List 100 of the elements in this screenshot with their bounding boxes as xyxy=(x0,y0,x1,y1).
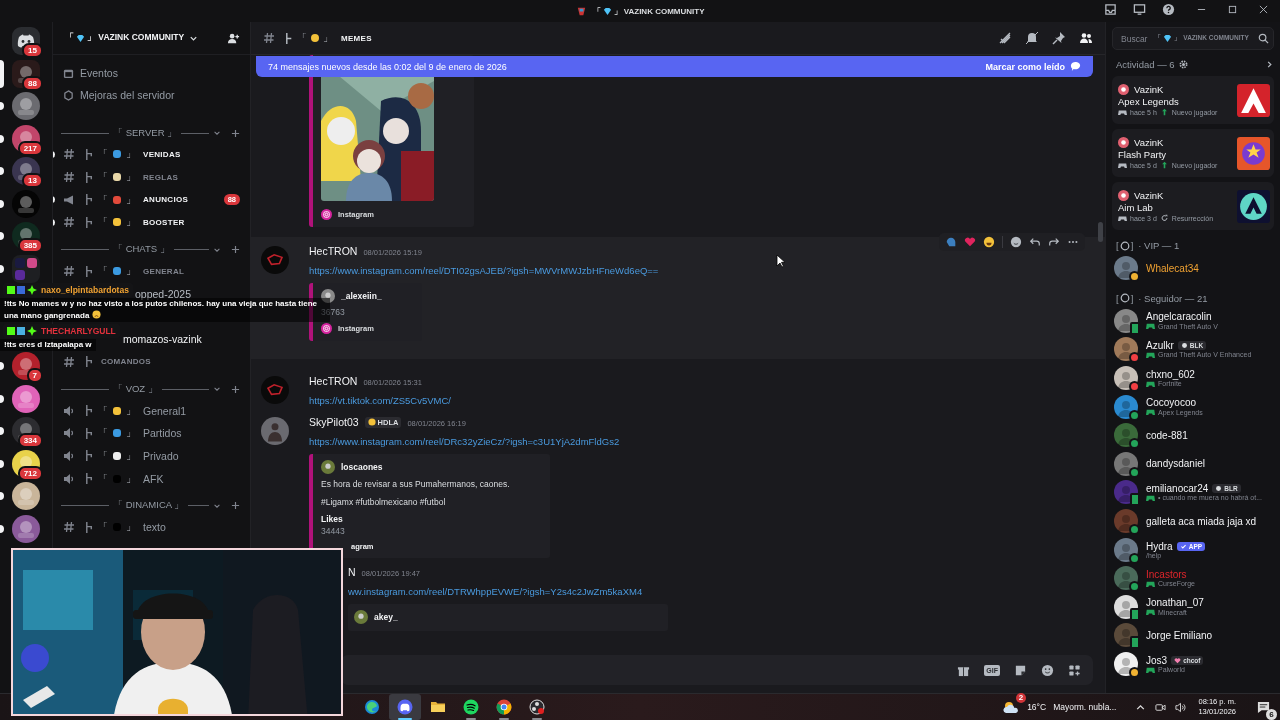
add-channel-icon[interactable] xyxy=(231,128,240,138)
member-name[interactable]: Jos3 xyxy=(1146,654,1168,666)
server-icon[interactable] xyxy=(12,482,40,510)
member-name[interactable]: Hydra xyxy=(1146,540,1173,552)
channel-name[interactable]: COMANDOS xyxy=(101,357,151,367)
avatar[interactable] xyxy=(1114,509,1138,534)
member-name[interactable]: chxno_602 xyxy=(1146,368,1195,380)
server-folder-icon[interactable] xyxy=(12,254,40,283)
speaking-head-icon[interactable] xyxy=(945,236,957,248)
avatar[interactable] xyxy=(1114,394,1138,419)
server-icon[interactable] xyxy=(12,384,40,413)
channel-name[interactable]: Privado xyxy=(143,449,179,462)
chevron-right-icon[interactable] xyxy=(1265,59,1274,69)
add-channel-icon[interactable] xyxy=(231,384,240,394)
sidebar-link[interactable]: Mejoras del servidor xyxy=(80,89,175,101)
add-reaction-icon[interactable] xyxy=(1010,236,1022,248)
author-name[interactable]: SkyPilot03 xyxy=(309,416,359,428)
member-name[interactable]: Incastors xyxy=(1146,568,1187,580)
member-name[interactable]: Angelcaracolin xyxy=(1146,311,1212,323)
inbox-icon[interactable] xyxy=(1104,3,1117,16)
notifications-icon[interactable] xyxy=(1257,700,1270,714)
chevron-down-icon[interactable] xyxy=(213,385,221,394)
apps-icon[interactable] xyxy=(1068,663,1081,677)
server-name[interactable]: 」 VAZINK COMMUNITY xyxy=(87,32,185,44)
settings-icon[interactable] xyxy=(1178,59,1188,69)
channel-name[interactable]: ANUNCIOS xyxy=(143,195,189,205)
member-name[interactable]: Jonathan_07 xyxy=(1146,597,1204,609)
channel-name[interactable]: BOOSTER xyxy=(143,217,185,227)
heart-icon[interactable] xyxy=(964,236,976,248)
channel-name[interactable]: General1 xyxy=(143,404,187,417)
member-name[interactable]: Cocoyocoo xyxy=(1146,397,1197,409)
camera-icon[interactable] xyxy=(1155,701,1167,713)
server-icon[interactable] xyxy=(12,92,40,120)
laughing-emoji-icon[interactable] xyxy=(983,236,995,248)
chevron-down-icon[interactable] xyxy=(213,129,221,137)
members-icon[interactable] xyxy=(1079,31,1093,45)
sidebar-link[interactable]: Eventos xyxy=(80,67,118,79)
temperature[interactable]: 16°C xyxy=(1027,702,1047,712)
maximize-icon[interactable] xyxy=(1228,5,1237,14)
channel-name[interactable]: texto xyxy=(143,521,166,534)
threads-icon[interactable] xyxy=(998,31,1012,45)
member-name[interactable]: dandysdaniel xyxy=(1146,458,1205,470)
add-channel-icon[interactable] xyxy=(231,501,240,511)
member-name[interactable]: code-881 xyxy=(1146,429,1188,441)
avatar[interactable] xyxy=(1114,366,1138,391)
channel-name[interactable]: VENIDAS xyxy=(143,149,181,159)
taskbar-app[interactable] xyxy=(389,694,421,720)
avatar[interactable] xyxy=(1114,652,1138,676)
message-link[interactable]: ww.instagram.com/reel/DTRWhppEVWE/?igsh=Y2s4c2JwZm5kaXM4 xyxy=(348,586,643,597)
reply-icon[interactable] xyxy=(1029,236,1041,248)
message-link[interactable]: https://www.instagram.com/reel/DRc32yZieCz/?igsh=c3U1YjA2dmFldGs2 xyxy=(309,436,620,447)
channel-name[interactable]: opped-2025 xyxy=(135,287,192,300)
browser-swirl-icon xyxy=(364,699,380,715)
volume-icon[interactable] xyxy=(1175,701,1187,713)
member-name[interactable]: emilianocar24 xyxy=(1146,482,1209,494)
channel-name[interactable]: momazos-vazink xyxy=(123,333,202,346)
help-icon[interactable] xyxy=(1162,3,1175,16)
add-channel-icon[interactable] xyxy=(231,245,240,255)
member-name[interactable]: Jorge Emiliano xyxy=(1146,629,1213,641)
chat-bubble-icon[interactable] xyxy=(1070,61,1081,72)
avatar[interactable] xyxy=(1114,537,1138,562)
emoji-icon[interactable] xyxy=(1041,663,1054,677)
embed-author[interactable]: _alexeiin_ xyxy=(341,291,382,301)
channel-name[interactable]: Partidos xyxy=(143,427,182,440)
author-name[interactable]: HecTRON xyxy=(309,375,358,387)
message-link[interactable]: https://www.instagram.com/reel/DTI02gsAJEB/?igsh=MWVrMWJzbHFneWd6eQ== xyxy=(309,265,659,276)
member-name[interactable]: Whalecat34 xyxy=(1146,262,1199,274)
avatar[interactable] xyxy=(1114,566,1138,591)
bell-muted-icon[interactable] xyxy=(1025,31,1039,45)
category-label[interactable]: 「 VOZ 」 xyxy=(113,382,158,396)
weather-text[interactable]: Mayorm. nubla... xyxy=(1053,702,1117,712)
member-name[interactable]: Azulkr xyxy=(1146,340,1174,351)
forward-icon[interactable] xyxy=(1048,236,1060,248)
mark-read-link[interactable]: Marcar como leído xyxy=(985,61,1065,72)
channel-name[interactable]: REGLAS xyxy=(143,172,179,182)
message-link[interactable]: https://vt.tiktok.com/ZS5Cv5VMC/ xyxy=(309,395,451,406)
category-label[interactable]: 「 CHATS 」 xyxy=(113,243,170,257)
channel-name[interactable]: GENERAL xyxy=(143,266,185,276)
category-label[interactable]: 「 SERVER 」 xyxy=(113,126,178,140)
scrollbar-thumb[interactable] xyxy=(1098,222,1103,242)
game-name: Flash Party xyxy=(1118,149,1168,160)
member-name[interactable]: galleta aca miada jaja xd xyxy=(1146,515,1257,527)
category-label[interactable]: 「 DINAMICA 」 xyxy=(113,499,185,513)
monitor-icon[interactable] xyxy=(1133,3,1146,16)
author-name[interactable]: N xyxy=(348,566,356,578)
close-icon[interactable] xyxy=(1259,5,1268,14)
pin-icon[interactable] xyxy=(1052,31,1066,45)
author-name[interactable]: HecTRON xyxy=(309,245,358,257)
avatar[interactable] xyxy=(1114,256,1138,281)
bracket: 「 xyxy=(98,170,108,185)
sticker-icon[interactable] xyxy=(1014,663,1027,677)
embed-author[interactable]: loscaones xyxy=(341,462,383,472)
embed-author[interactable]: akey_ xyxy=(374,612,398,622)
server-icon[interactable] xyxy=(12,514,40,543)
avatar[interactable] xyxy=(1114,451,1138,476)
avatar[interactable] xyxy=(1114,423,1138,448)
tree-branch-icon xyxy=(85,356,94,368)
add-member-icon[interactable] xyxy=(227,31,240,45)
new-messages-banner[interactable]: 74 mensajes nuevos desde las 0:02 del 9 de enero de 2026 Marcar como leído xyxy=(256,56,1093,77)
channel-name[interactable]: AFK xyxy=(143,472,164,485)
